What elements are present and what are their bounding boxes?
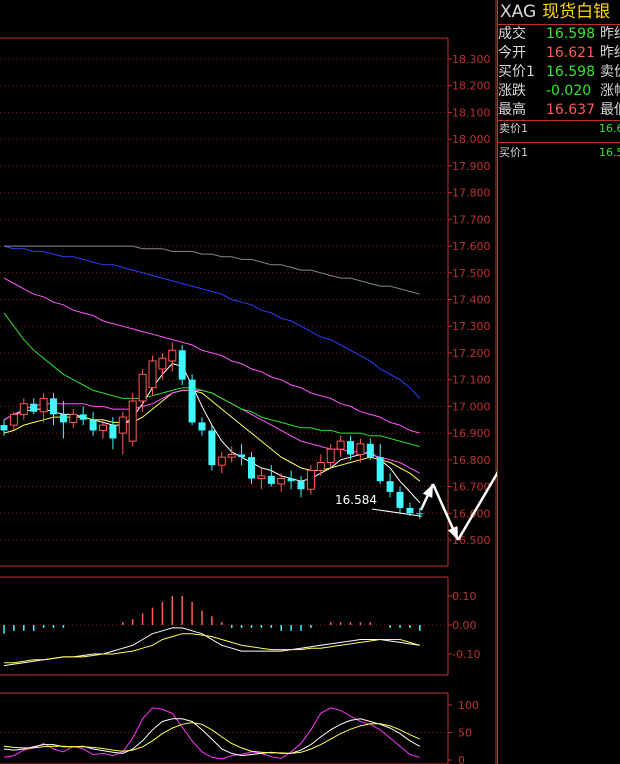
price-tick-label: 17.800 — [452, 187, 491, 200]
price-tick-label: 16.800 — [452, 454, 491, 467]
candle-body — [69, 413, 78, 423]
candle-body — [109, 425, 117, 439]
candle-body — [50, 398, 57, 415]
candle-body — [89, 419, 97, 431]
candle-body — [208, 430, 216, 466]
candle-body — [99, 424, 107, 431]
candle-body — [158, 357, 167, 370]
quote-label-right: 卖价 — [600, 64, 620, 80]
price-tick-label: 17.500 — [452, 267, 491, 280]
quote-label-right: 涨幅 — [600, 83, 620, 99]
price-tick-label: 18.200 — [452, 80, 491, 93]
candle-body — [297, 481, 305, 490]
candle-body — [30, 403, 38, 412]
candle-body — [188, 379, 196, 423]
quote-row: 今开 16.621 昨结 — [497, 44, 620, 63]
candle-body — [217, 456, 226, 466]
bid-price: 16.5 — [599, 146, 620, 159]
price-tick-label: 18.100 — [452, 106, 491, 119]
candle-body — [178, 350, 186, 380]
candle-body — [356, 443, 365, 455]
candle-body — [0, 425, 8, 431]
candle-body — [287, 478, 295, 482]
quote-label: 今开 — [498, 45, 526, 61]
orderbook-ask-row: 卖价1 16.6 — [497, 120, 620, 138]
symbol-name: 现货白银 — [542, 2, 611, 22]
price-tick-label: 17.200 — [452, 347, 491, 360]
macd-tick-label: 0.00 — [452, 619, 477, 632]
candle-body — [386, 481, 394, 492]
quote-label: 涨跌 — [498, 83, 526, 99]
quote-value: 16.637 — [546, 102, 595, 118]
price-tick-label: 16.700 — [452, 481, 491, 494]
candle-body — [257, 475, 266, 480]
kdj-tick-label: 50 — [458, 727, 472, 740]
price-tick-label: 18.000 — [452, 133, 491, 146]
candle-body — [267, 475, 275, 484]
quote-label: 成交 — [498, 26, 526, 42]
ask-price: 16.6 — [599, 122, 620, 135]
candle-body — [277, 478, 286, 485]
orderbook-bid-row: 买价1 16.5 — [497, 144, 620, 162]
candle-body — [168, 349, 177, 362]
candle-body — [366, 443, 374, 458]
quote-label-right: 昨结 — [600, 26, 620, 42]
candle-body — [347, 441, 354, 455]
price-tick-label: 17.000 — [452, 400, 491, 413]
candle-body — [238, 454, 246, 458]
candle-body — [148, 360, 157, 389]
candle-body — [128, 400, 137, 442]
quote-row: 成交 16.598 昨结 — [497, 25, 620, 44]
candle-body — [19, 403, 28, 415]
kdj-tick-label: 100 — [458, 699, 479, 712]
bid-label: 买价1 — [499, 146, 528, 159]
quote-value: -0.020 — [546, 83, 592, 99]
quote-row: 最高 16.637 最低 — [497, 101, 620, 120]
quote-value: 16.621 — [546, 45, 595, 61]
quote-label: 买价1 — [498, 64, 535, 80]
candle-body — [406, 507, 414, 514]
quote-label-right: 最低 — [600, 102, 620, 118]
price-tick-label: 16.900 — [452, 427, 491, 440]
price-tick-label: 17.600 — [452, 240, 491, 253]
candle-body — [227, 453, 236, 458]
candle-body — [79, 414, 87, 420]
quote-label-right: 昨结 — [600, 45, 620, 61]
kdj-tick-label: 0 — [458, 754, 465, 764]
price-chart: 16.584 18.300 18.200 18.100 18.000 17.900 17.… — [0, 0, 497, 764]
ask-label: 卖价1 — [499, 122, 528, 135]
candle-body — [118, 416, 127, 434]
orderbook-divider — [497, 142, 620, 143]
quote-value: 16.598 — [546, 26, 595, 42]
quote-row: 涨跌 -0.020 涨幅 — [497, 82, 620, 101]
last-price-label: 16.584 — [335, 493, 377, 507]
candle-body — [9, 413, 18, 426]
price-tick-label: 17.300 — [452, 320, 491, 333]
quote-row: 买价1 16.598 卖价 — [497, 63, 620, 82]
candle-body — [326, 448, 335, 464]
quote-header: XAG 现货白银 — [497, 0, 620, 24]
candle-body — [198, 422, 206, 431]
quote-panel: XAG现货白银 成交 16.598 昨结 今开 16.621 昨结 买价1 16.598 卖… — [497, 0, 620, 764]
price-tick-label: 18.300 — [452, 53, 491, 66]
candle-body — [306, 470, 315, 490]
price-tick-label: 17.700 — [452, 213, 491, 226]
price-tick-label: 17.900 — [452, 160, 491, 173]
candle-body — [59, 414, 67, 423]
macd-tick-label: 0.10 — [452, 590, 477, 603]
candle-body — [336, 440, 345, 450]
price-tick-label: 17.100 — [452, 374, 491, 387]
quote-value: 16.598 — [546, 64, 595, 80]
price-tick-label: 17.400 — [452, 294, 491, 307]
candle-body — [138, 373, 147, 402]
symbol-code: XAG — [500, 2, 537, 22]
quote-label: 最高 — [498, 102, 526, 118]
candle-body — [316, 462, 325, 472]
candle-body — [248, 457, 255, 479]
candle-body — [39, 397, 48, 413]
macd-tick-label: -0.10 — [452, 648, 480, 661]
candle-body — [376, 457, 384, 482]
candle-body — [416, 513, 424, 515]
candle-body — [396, 491, 404, 508]
